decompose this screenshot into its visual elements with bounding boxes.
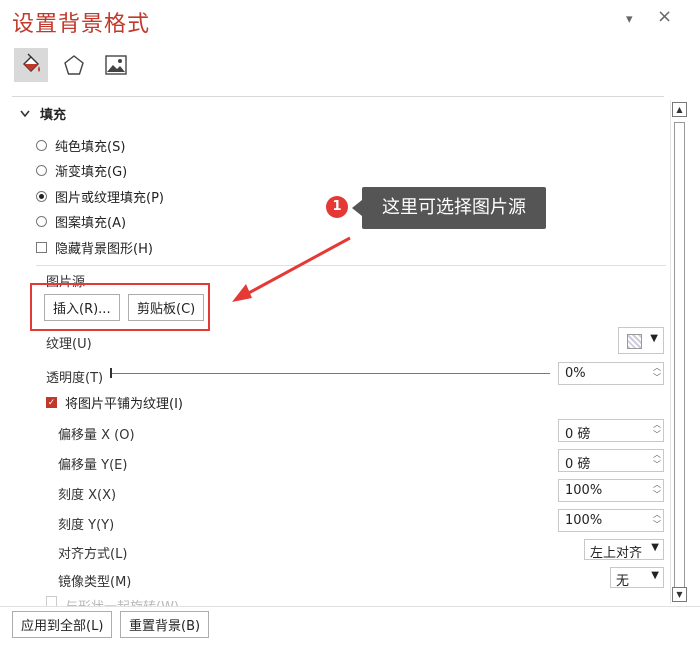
callout-pointer: [352, 200, 362, 216]
callout-tooltip: 这里可选择图片源: [362, 187, 546, 229]
callout-number-badge: 1: [326, 196, 348, 218]
callout-arrow: [232, 236, 351, 302]
